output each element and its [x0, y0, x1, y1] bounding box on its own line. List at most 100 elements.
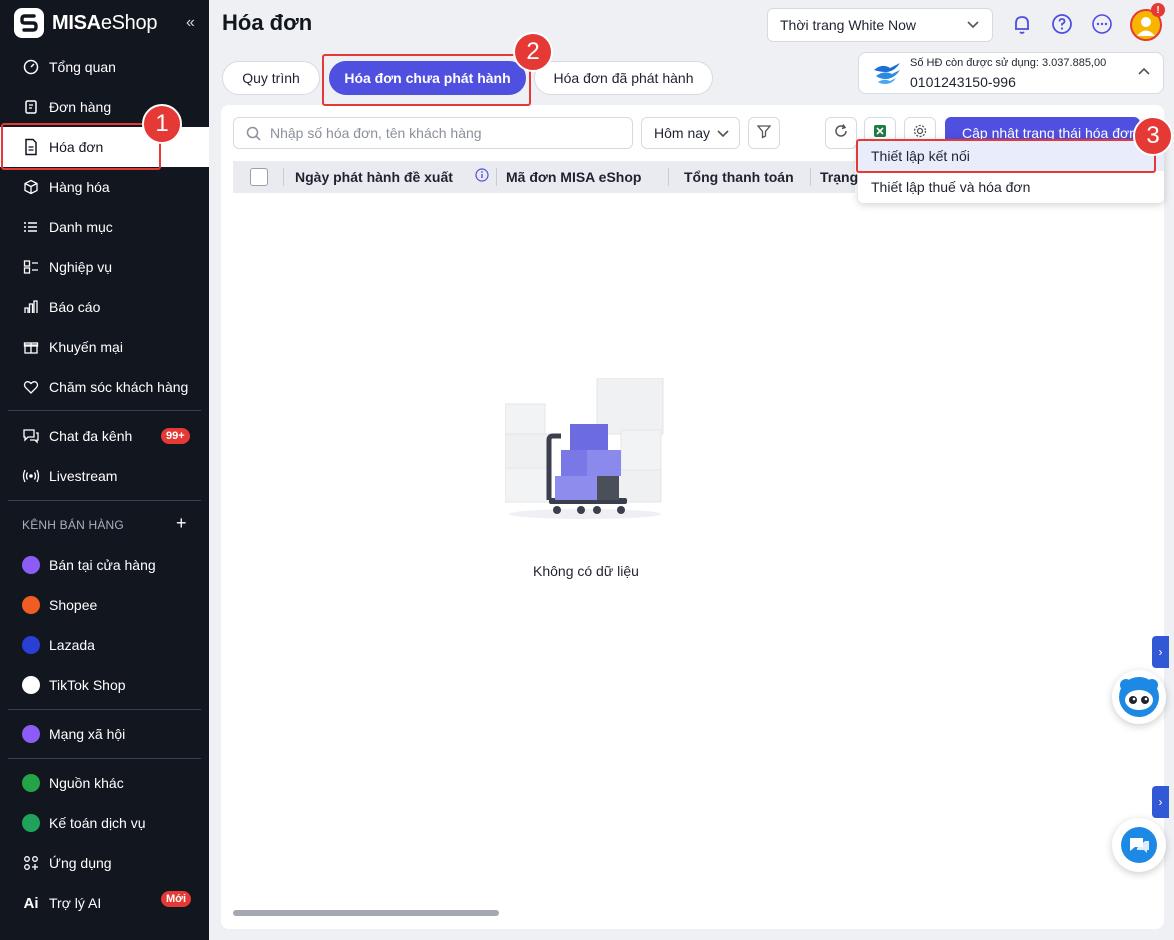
page-title: Hóa đơn — [222, 10, 313, 35]
sidebar-item-other-sources[interactable]: Nguồn khác — [0, 763, 209, 803]
avatar-alert-badge: ! — [1151, 3, 1165, 17]
live-chat-icon[interactable] — [1112, 818, 1166, 872]
chat-count-badge: 99+ — [161, 428, 190, 444]
date-filter-value: Hôm nay — [654, 125, 711, 141]
sidebar-item-operations[interactable]: Nghiệp vụ — [0, 247, 209, 287]
sidebar-item-tiktok-shop[interactable]: TikTok Shop — [0, 665, 209, 705]
main-panel — [221, 105, 1164, 929]
sidebar-item-label: Hàng hóa — [49, 179, 110, 195]
box-icon — [22, 178, 40, 196]
sidebar-item-label: Livestream — [49, 468, 118, 484]
sidebar-item-livestream[interactable]: Livestream — [0, 456, 209, 496]
sidebar-item-label: Ứng dụng — [49, 855, 112, 871]
refresh-button[interactable] — [825, 117, 857, 149]
sidebar-divider — [8, 500, 201, 501]
sidebar-item-label: Bán tại cửa hàng — [49, 557, 156, 573]
tab-process[interactable]: Quy trình — [222, 61, 320, 95]
gift-icon — [22, 338, 40, 356]
sidebar-item-promotions[interactable]: Khuyến mại — [0, 327, 209, 367]
brand-name: MISAeShop — [52, 11, 158, 34]
sidebar-item-label: Khuyến mại — [49, 339, 123, 355]
search-placeholder: Nhập số hóa đơn, tên khách hàng — [270, 125, 482, 141]
table-header: Ngày phát hành đề xuất Mã đơn MISA eShop… — [233, 161, 858, 193]
empty-state-illustration — [504, 377, 665, 520]
brand[interactable]: MISAeShop — [0, 0, 209, 46]
sidebar-item-label: Chat đa kênh — [49, 428, 133, 444]
empty-state-text: Không có dữ liệu — [533, 563, 639, 579]
sidebar-item-overview[interactable]: Tổng quan — [0, 47, 209, 87]
column-header[interactable]: Ngày phát hành đề xuất — [295, 169, 453, 185]
chevron-up-icon[interactable] — [1137, 65, 1151, 84]
bell-icon[interactable] — [1010, 12, 1034, 36]
heart-icon — [22, 378, 40, 396]
sidebar-divider — [8, 709, 201, 710]
chatbot-icon[interactable] — [1112, 670, 1166, 724]
shopee-icon — [22, 596, 40, 614]
expand-panel-icon[interactable]: › — [1152, 636, 1169, 668]
sidebar-divider — [8, 410, 201, 411]
order-icon — [22, 98, 40, 116]
meinvoice-logo-icon — [872, 60, 902, 91]
new-badge: Mới — [161, 891, 192, 907]
collapse-sidebar-icon[interactable]: « — [186, 14, 195, 32]
sidebar-item-label: TikTok Shop — [49, 677, 126, 693]
more-icon[interactable] — [1090, 12, 1114, 36]
sidebar-item-label: Đơn hàng — [49, 99, 112, 115]
sidebar-item-apps[interactable]: Ứng dụng — [0, 843, 209, 883]
invoice-quota-card[interactable]: Số HĐ còn được sử dụng: 3.037.885,00 010… — [858, 52, 1164, 94]
sidebar-item-shopee[interactable]: Shopee — [0, 585, 209, 625]
search-icon — [246, 126, 261, 144]
sidebar-item-label: Báo cáo — [49, 299, 101, 315]
tiktok-icon — [22, 676, 40, 694]
sidebar-item-label: Nghiệp vụ — [49, 259, 113, 275]
chevron-down-icon — [716, 126, 730, 143]
social-icon — [22, 725, 40, 743]
task-icon — [22, 258, 40, 276]
sidebar-item-reports[interactable]: Báo cáo — [0, 287, 209, 327]
date-filter-select[interactable]: Hôm nay — [641, 117, 740, 149]
column-header[interactable]: Tổng thanh toán — [684, 169, 794, 185]
help-icon[interactable] — [1050, 12, 1074, 36]
apps-icon — [22, 854, 40, 872]
column-header[interactable]: Trạng — [820, 169, 858, 185]
column-header[interactable]: Mã đơn MISA eShop — [506, 169, 641, 185]
sidebar-item-social[interactable]: Mạng xã hội — [0, 714, 209, 754]
store-select[interactable]: Thời trang White Now — [767, 8, 993, 42]
step-1-highlight — [1, 123, 161, 170]
info-icon[interactable] — [475, 168, 489, 185]
sidebar-item-label: Mạng xã hội — [49, 726, 126, 742]
gauge-icon — [22, 58, 40, 76]
sidebar-item-label: Shopee — [49, 597, 98, 613]
search-input[interactable]: Nhập số hóa đơn, tên khách hàng — [233, 117, 633, 149]
filter-button[interactable] — [748, 117, 780, 149]
refresh-icon — [833, 123, 849, 144]
list-icon — [22, 218, 40, 236]
chart-icon — [22, 298, 40, 316]
accounting-icon — [22, 814, 40, 832]
sidebar-item-label: Lazada — [49, 637, 95, 653]
select-all-checkbox[interactable] — [250, 168, 268, 186]
step-2-highlight — [322, 54, 531, 106]
broadcast-icon — [22, 467, 40, 485]
horizontal-scrollbar[interactable] — [233, 910, 499, 916]
sidebar-item-products[interactable]: Hàng hóa — [0, 167, 209, 207]
expand-panel-icon[interactable]: › — [1152, 786, 1169, 818]
step-2-marker: 2 — [513, 32, 553, 72]
sidebar-item-store-sales[interactable]: Bán tại cửa hàng — [0, 545, 209, 585]
sidebar-item-customer-care[interactable]: Chăm sóc khách hàng — [0, 367, 209, 407]
chevron-down-icon — [966, 17, 980, 34]
add-channel-icon[interactable]: + — [176, 513, 187, 534]
lazada-icon — [22, 636, 40, 654]
tab-issued-invoices[interactable]: Hóa đơn đã phát hành — [534, 61, 713, 95]
ai-icon: Ai — [23, 894, 39, 912]
sidebar-item-label: Chăm sóc khách hàng — [49, 379, 189, 395]
sidebar-item-label: Nguồn khác — [49, 775, 124, 791]
tax-code: 0101243150-996 — [910, 74, 1016, 90]
step-3-highlight — [856, 139, 1156, 173]
sidebar-item-catalog[interactable]: Danh mục — [0, 207, 209, 247]
sidebar-item-label: Kế toán dịch vụ — [49, 815, 146, 831]
sidebar-item-lazada[interactable]: Lazada — [0, 625, 209, 665]
sidebar-item-accounting[interactable]: Kế toán dịch vụ — [0, 803, 209, 843]
menu-item-tax-invoice-settings[interactable]: Thiết lập thuế và hóa đơn — [858, 171, 1164, 202]
invoice-remaining-label: Số HĐ còn được sử dụng: 3.037.885,00 — [910, 57, 1107, 69]
